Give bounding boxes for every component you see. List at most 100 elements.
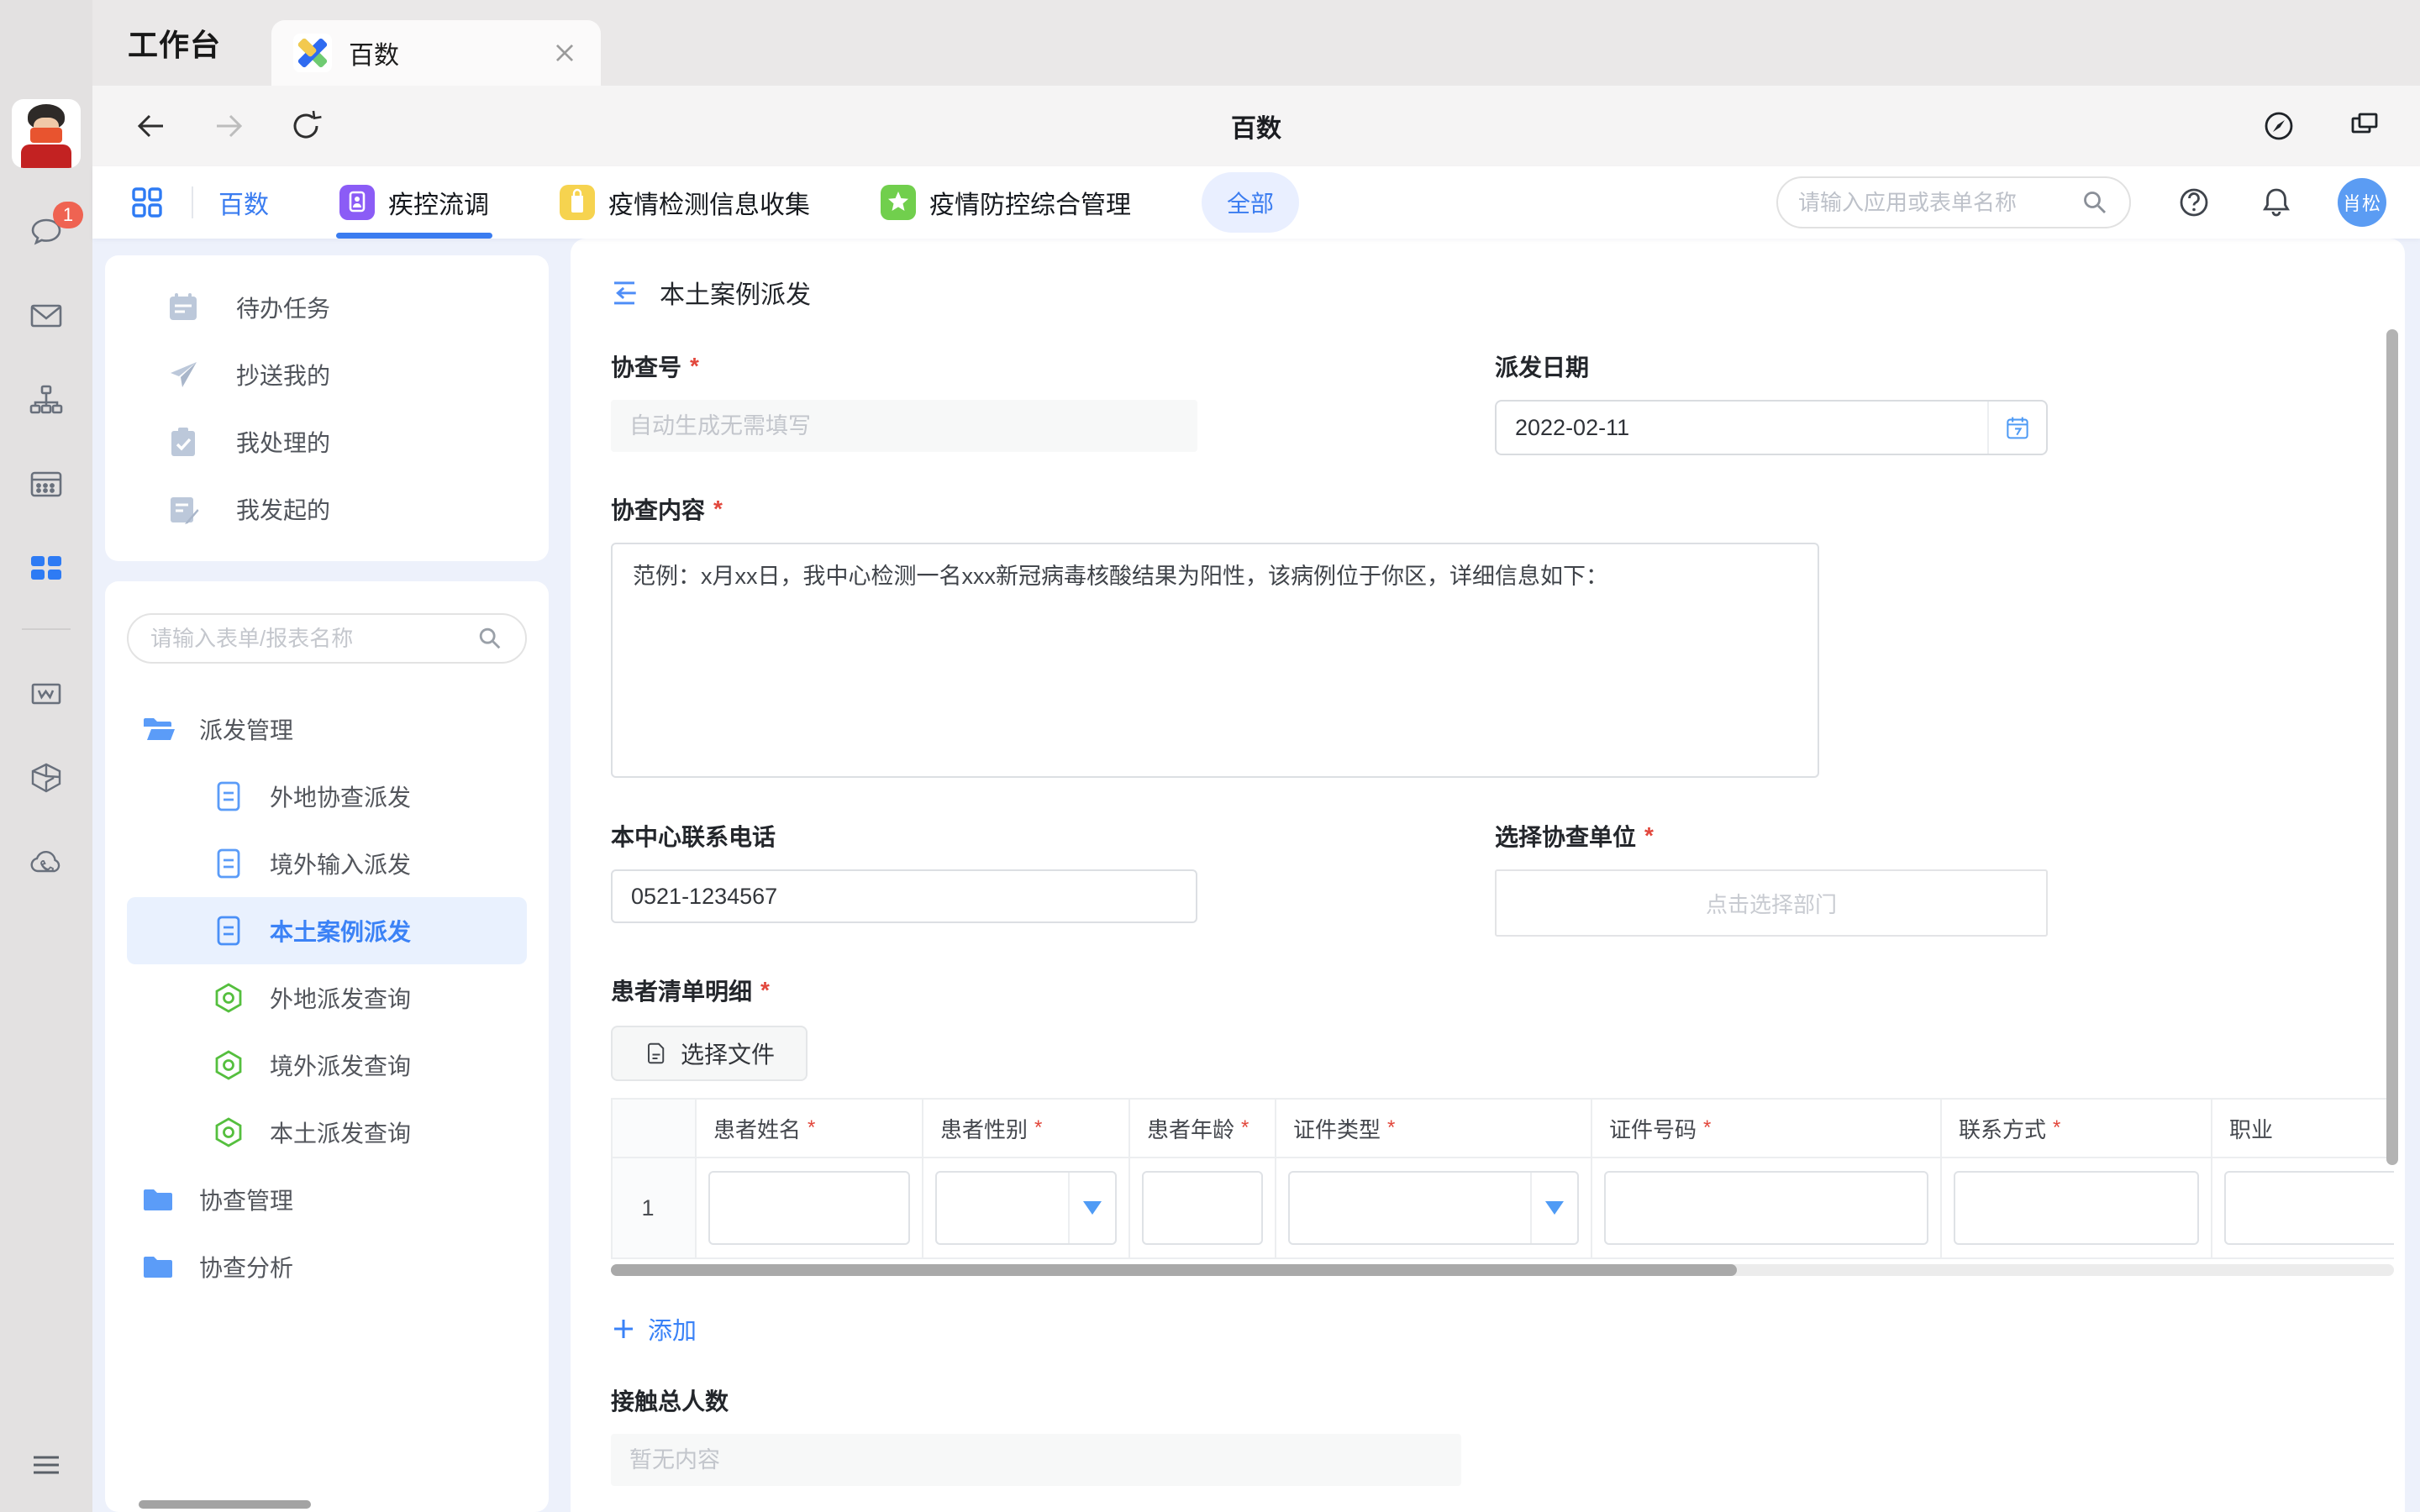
col-header-id-type: 证件类型* <box>1276 1100 1592 1158</box>
chat-unread-badge: 1 <box>53 202 83 228</box>
content-area: 待办任务 抄送我的 我处理的 <box>92 239 2420 1512</box>
tree-item-waidi-xiecha[interactable]: 外地协查派发 <box>127 763 527 830</box>
dropdown-icon[interactable] <box>1068 1173 1115 1243</box>
query-hexagon-icon <box>211 1115 246 1150</box>
app-search-input[interactable] <box>1798 190 2081 216</box>
mail-icon[interactable] <box>26 296 66 336</box>
form-panel: 本土案例派发 协查号* 派发日期 <box>571 239 2405 1512</box>
word-app-icon[interactable] <box>26 674 66 714</box>
form-search[interactable] <box>127 613 527 664</box>
patient-gender-select[interactable] <box>935 1171 1117 1245</box>
help-icon[interactable] <box>2175 183 2213 222</box>
collapse-back-icon[interactable] <box>609 277 639 307</box>
field-label-patient-list: 患者清单明细* <box>611 974 2405 1007</box>
panel-vertical-scrollbar[interactable] <box>2386 329 2398 1165</box>
tree-item-waidi-query[interactable]: 外地派发查询 <box>127 964 527 1032</box>
contact-total-input[interactable] <box>611 1434 1461 1486</box>
cloud-call-icon[interactable] <box>26 842 66 882</box>
tree-item-bentu-query[interactable]: 本土派发查询 <box>127 1099 527 1166</box>
dropdown-icon[interactable] <box>1530 1173 1577 1243</box>
sidebar-item-handled[interactable]: 我处理的 <box>105 408 549 475</box>
page-horizontal-scrollbar[interactable] <box>139 1500 311 1509</box>
nav-app-fangkong[interactable]: 疫情防控综合管理 <box>881 166 1131 239</box>
navbar-divider <box>192 186 193 218</box>
tree-folder-xiecha-analysis[interactable]: 协查分析 <box>127 1233 527 1300</box>
cube-app-icon[interactable] <box>26 758 66 798</box>
select-department-box[interactable]: 点击选择部门 <box>1495 869 2048 937</box>
center-phone-input[interactable] <box>611 869 1197 923</box>
sidebar-item-cc[interactable]: 抄送我的 <box>105 341 549 408</box>
search-icon[interactable] <box>476 625 503 652</box>
todo-calendar-icon <box>166 290 201 325</box>
query-hexagon-icon <box>211 1047 246 1083</box>
occupation-input[interactable] <box>2224 1171 2394 1245</box>
col-header-id-number: 证件号码* <box>1592 1100 1942 1158</box>
col-header-contact: 联系方式* <box>1942 1100 2212 1158</box>
patient-table-viewport: 患者姓名* 患者性别* 患者年龄* 证件类型* 证件号码* 联系方式* 职业 1 <box>611 1098 2394 1276</box>
tree-folder-dispatch-mgmt[interactable]: 派发管理 <box>127 696 527 763</box>
tab-title: 百数 <box>349 34 550 71</box>
query-hexagon-icon <box>211 980 246 1016</box>
col-header-occupation: 职业 <box>2212 1100 2394 1158</box>
field-label-case-no: 协查号* <box>611 349 1197 383</box>
sidebar: 待办任务 抄送我的 我处理的 <box>105 239 549 1512</box>
case-no-input[interactable] <box>611 400 1197 452</box>
nav-home-baishu[interactable]: 百数 <box>218 184 269 221</box>
calendar-icon[interactable] <box>26 464 66 504</box>
send-plane-icon <box>166 357 201 392</box>
sidebar-item-initiated[interactable]: 我发起的 <box>105 475 549 543</box>
fangkong-app-icon <box>881 185 916 220</box>
chat-icon[interactable]: 1 <box>26 212 66 252</box>
calendar-picker-icon[interactable] <box>1987 402 2046 454</box>
nav-app-jikong[interactable]: 疾控流调 <box>339 166 489 239</box>
col-header-age: 患者年龄* <box>1130 1100 1276 1158</box>
choose-file-button[interactable]: 选择文件 <box>611 1026 808 1081</box>
org-chart-icon[interactable] <box>26 380 66 420</box>
patient-age-input[interactable] <box>1142 1171 1263 1245</box>
form-title: 本土案例派发 <box>660 274 811 311</box>
tree-item-jingwai-query[interactable]: 境外派发查询 <box>127 1032 527 1099</box>
field-label-content: 协查内容* <box>611 492 2405 526</box>
tree-item-bentu-anli[interactable]: 本土案例派发 <box>127 897 527 964</box>
col-header-gender: 患者性别* <box>923 1100 1130 1158</box>
content-textarea[interactable]: 范例：x月xx日，我中心检测一名xxx新冠病毒核酸结果为阳性，该病例位于你区，详… <box>611 543 1819 778</box>
tab-baishu[interactable]: 百数 <box>271 20 601 86</box>
search-icon[interactable] <box>2081 188 2109 217</box>
doc-icon <box>211 779 246 814</box>
col-header-name: 患者姓名* <box>697 1100 923 1158</box>
quick-tasks-card: 待办任务 抄送我的 我处理的 <box>105 255 549 561</box>
tab-close-icon[interactable] <box>550 39 579 67</box>
nav-all-pill[interactable]: 全部 <box>1202 172 1299 233</box>
app-window: 1 <box>0 0 2420 1512</box>
nav-app-jiance[interactable]: 疫情检测信息收集 <box>560 166 810 239</box>
user-avatar-badge[interactable]: 肖松 <box>2338 178 2386 227</box>
tree-item-jingwai-shuru[interactable]: 境外输入派发 <box>127 830 527 897</box>
left-rail: 1 <box>0 0 92 1512</box>
sidebar-item-todo[interactable]: 待办任务 <box>105 274 549 341</box>
menu-hamburger-icon[interactable] <box>26 1445 66 1485</box>
clipboard-check-icon <box>166 424 201 459</box>
id-type-select[interactable] <box>1288 1171 1579 1245</box>
doc-icon <box>211 846 246 881</box>
notifications-bell-icon[interactable] <box>2257 183 2296 222</box>
workbench-grid-icon[interactable] <box>26 548 66 588</box>
contact-input[interactable] <box>1954 1171 2199 1245</box>
table-horizontal-scrollbar[interactable] <box>611 1264 2394 1276</box>
doc-icon <box>211 913 246 948</box>
tree-folder-xiecha-mgmt[interactable]: 协查管理 <box>127 1166 527 1233</box>
patient-name-input[interactable] <box>708 1171 910 1245</box>
patient-table: 患者姓名* 患者性别* 患者年龄* 证件类型* 证件号码* 联系方式* 职业 1 <box>611 1098 2394 1259</box>
add-row-button[interactable]: 添加 <box>611 1311 697 1347</box>
folder-icon <box>140 1182 176 1217</box>
doc-edit-icon <box>166 491 201 527</box>
table-row: 1 <box>613 1158 2394 1259</box>
id-number-input[interactable] <box>1604 1171 1928 1245</box>
workspace-title: 工作台 <box>128 21 221 65</box>
user-avatar[interactable] <box>12 99 81 168</box>
app-search[interactable] <box>1776 176 2131 228</box>
dispatch-date-picker[interactable]: 2022-02-11 <box>1495 400 2048 455</box>
plus-icon <box>611 1316 636 1341</box>
apps-grid-icon[interactable] <box>128 183 166 222</box>
form-search-input[interactable] <box>150 626 476 652</box>
field-label-unit: 选择协查单位* <box>1495 819 2048 853</box>
